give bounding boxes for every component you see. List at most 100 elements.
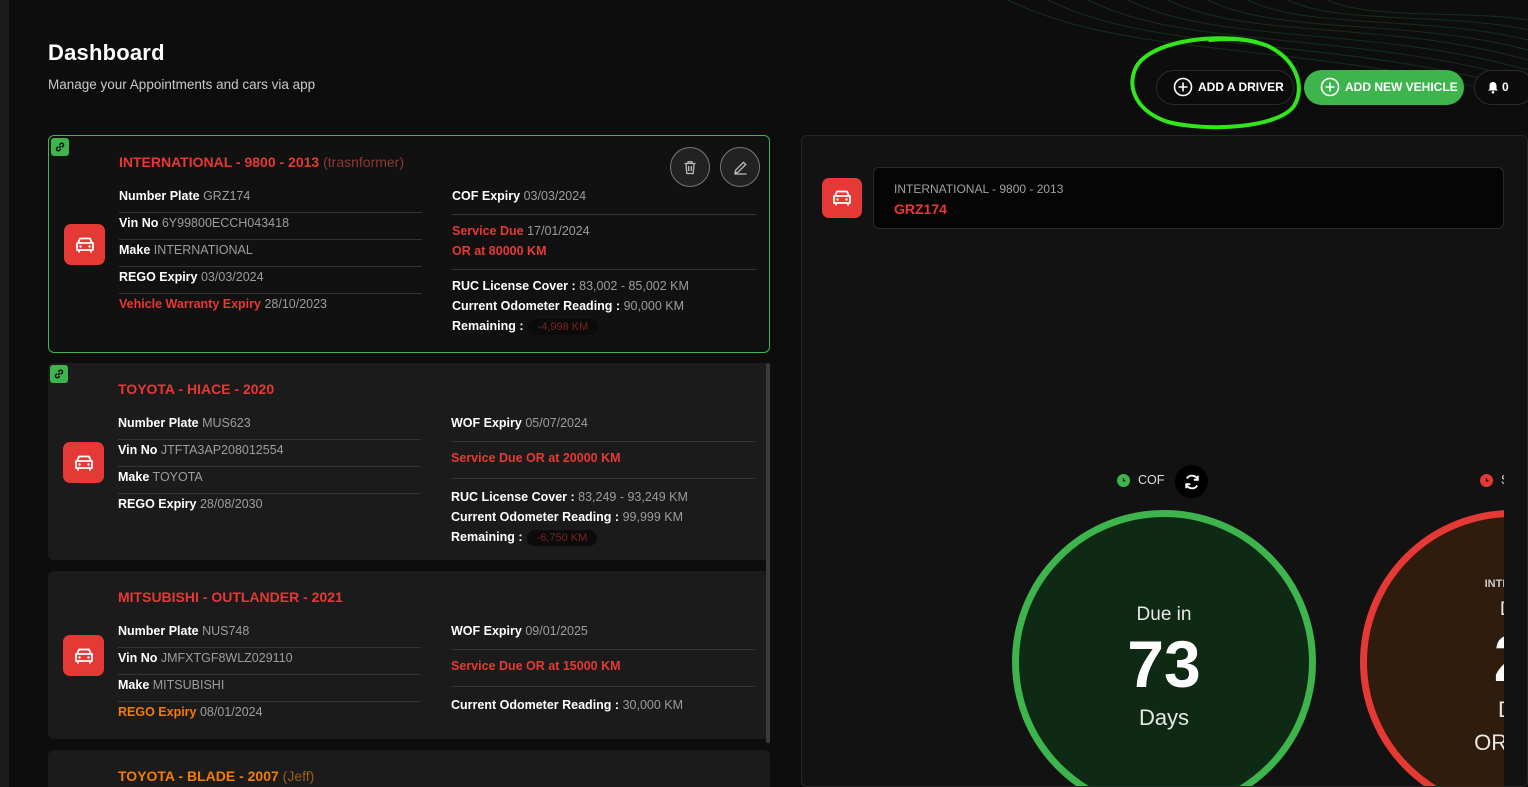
cof-gauge-label: COF bbox=[1117, 473, 1164, 487]
rego-expiry-row: REGO Expiry 08/01/2024 bbox=[118, 702, 421, 729]
car-icon bbox=[64, 224, 105, 265]
field-label: RUC License Cover : bbox=[451, 490, 575, 504]
wof-expiry-row: WOF Expiry 05/07/2024 bbox=[451, 413, 755, 442]
field-label: WOF Expiry bbox=[451, 624, 522, 638]
page-title: Dashboard bbox=[48, 40, 165, 65]
vehicle-card[interactable]: TOYOTA - BLADE - 2007 (Jeff) bbox=[48, 750, 770, 787]
field-value: 08/01/2024 bbox=[199, 705, 263, 719]
field-value: TOYOTA bbox=[152, 470, 203, 484]
field-value: 03/03/2024 bbox=[523, 189, 587, 203]
refresh-button[interactable] bbox=[1175, 465, 1208, 498]
field-value: 17/01/2024 bbox=[527, 224, 590, 238]
vin-row: Vin No 6Y99800ECCH043418 bbox=[119, 213, 422, 240]
link-icon bbox=[51, 138, 69, 156]
vin-row: Vin No JTFTA3AP208012554 bbox=[118, 440, 421, 467]
field-label: Remaining : bbox=[451, 530, 523, 544]
refresh-icon bbox=[1182, 472, 1202, 492]
field-value: 05/07/2024 bbox=[525, 416, 588, 430]
vin-row: Vin No JMFXTGF8WLZ029110 bbox=[118, 648, 421, 675]
field-value: 03/03/2024 bbox=[200, 270, 264, 284]
field-label: REGO Expiry bbox=[118, 705, 197, 719]
field-value: INTERNATIONAL bbox=[153, 243, 253, 257]
field-value: 99,999 KM bbox=[622, 510, 684, 524]
field-label: Vin No bbox=[118, 443, 158, 457]
service-due-row: Service Due 17/01/2024 OR at 80000 KM bbox=[452, 215, 756, 270]
notifications-button[interactable]: 0 bbox=[1474, 69, 1528, 105]
service-due-text: Service Due OR at 20000 KM bbox=[451, 451, 621, 465]
field-value: NUS748 bbox=[202, 624, 250, 638]
number-plate-row: Number Plate MUS623 bbox=[118, 413, 421, 440]
cof-days-unit: Days bbox=[1138, 705, 1190, 730]
vehicle-title-text: TOYOTA - BLADE - 2007 bbox=[118, 768, 279, 784]
field-label: Remaining : bbox=[452, 319, 524, 333]
header-actions: ADD A DRIVER ADD NEW VEHICLE 0 bbox=[1156, 69, 1528, 105]
page-subtitle: Manage your Appointments and cars via ap… bbox=[48, 77, 316, 92]
rego-expiry-row: REGO Expiry 28/08/2030 bbox=[118, 494, 421, 521]
field-label: COF Expiry bbox=[452, 189, 521, 203]
field-value: 90,000 KM bbox=[623, 299, 685, 313]
cof-countdown-gauge: Due in 73 Days bbox=[1012, 510, 1316, 786]
field-value: 30,000 KM bbox=[622, 698, 684, 712]
cof-days-number: 73 bbox=[1127, 627, 1201, 701]
field-value: 28/10/2023 bbox=[264, 297, 328, 311]
field-value: MUS623 bbox=[202, 416, 251, 430]
wof-expiry-row: WOF Expiry 09/01/2025 bbox=[451, 621, 755, 650]
field-value: 6Y99800ECCH043418 bbox=[161, 216, 290, 230]
selected-vehicle-select[interactable]: INTERNATIONAL - 9800 - 2013 GRZ174 bbox=[873, 167, 1504, 229]
delete-button[interactable] bbox=[670, 147, 710, 187]
ruc-block: RUC License Cover : 83,002 - 85,002 KM C… bbox=[452, 270, 756, 336]
field-value: JMFXTGF8WLZ029110 bbox=[160, 651, 293, 665]
service-due-row: Service Due OR at 15000 KM bbox=[451, 650, 755, 687]
field-value: 28/08/2030 bbox=[199, 497, 263, 511]
field-value: 83,249 - 93,249 KM bbox=[578, 490, 688, 504]
vehicle-card[interactable]: INTERNATIONAL - 9800 - 2013 (trasnformer… bbox=[48, 135, 770, 353]
add-driver-button[interactable]: ADD A DRIVER bbox=[1156, 69, 1294, 105]
plus-circle-icon bbox=[1320, 77, 1340, 97]
field-label: Number Plate bbox=[118, 624, 199, 638]
remaining-km-badge: -6,750 KM bbox=[526, 530, 598, 546]
ruc-block: RUC License Cover : 83,249 - 93,249 KM C… bbox=[451, 479, 755, 547]
notification-count: 0 bbox=[1502, 80, 1509, 94]
vehicle-title: MITSUBISHI - OUTLANDER - 2021 bbox=[118, 589, 343, 605]
field-label: RUC License Cover : bbox=[452, 279, 576, 293]
field-value: GRZ174 bbox=[203, 189, 251, 203]
add-driver-label: ADD A DRIVER bbox=[1198, 80, 1284, 94]
field-label: REGO Expiry bbox=[118, 497, 197, 511]
cof-expiry-row: COF Expiry 03/03/2024 bbox=[452, 186, 756, 215]
trash-icon bbox=[683, 160, 697, 175]
car-icon bbox=[63, 442, 104, 483]
make-row: Make TOYOTA bbox=[118, 467, 421, 494]
field-value: 09/01/2025 bbox=[525, 624, 588, 638]
pencil-icon bbox=[733, 160, 748, 175]
make-row: Make INTERNATIONAL bbox=[119, 240, 422, 267]
list-scrollbar[interactable] bbox=[766, 363, 770, 743]
vehicle-title: TOYOTA - HIACE - 2020 bbox=[118, 381, 275, 397]
field-value: 83,002 - 85,002 KM bbox=[579, 279, 689, 293]
warranty-expiry-row: Vehicle Warranty Expiry 28/10/2023 bbox=[119, 294, 422, 321]
car-icon bbox=[822, 178, 862, 218]
left-edge-strip bbox=[0, 0, 9, 787]
number-plate-row: Number Plate NUS748 bbox=[118, 621, 421, 648]
vehicle-nickname: (Jeff) bbox=[282, 768, 315, 784]
vehicle-list: INTERNATIONAL - 9800 - 2013 (trasnformer… bbox=[48, 135, 770, 787]
edit-button[interactable] bbox=[720, 147, 760, 187]
field-label: Vin No bbox=[118, 651, 158, 665]
vehicle-card[interactable]: TOYOTA - HIACE - 2020 Number Plate MUS62… bbox=[48, 363, 770, 560]
field-label: Number Plate bbox=[118, 416, 199, 430]
vehicle-details-right: WOF Expiry 05/07/2024 Service Due OR at … bbox=[451, 413, 755, 547]
field-label: WOF Expiry bbox=[451, 416, 522, 430]
add-new-vehicle-button[interactable]: ADD NEW VEHICLE bbox=[1304, 69, 1464, 105]
vehicle-card[interactable]: MITSUBISHI - OUTLANDER - 2021 Number Pla… bbox=[48, 571, 770, 739]
field-label: REGO Expiry bbox=[119, 270, 198, 284]
field-value: JTFTA3AP208012554 bbox=[160, 443, 284, 457]
vehicle-title-text: INTERNATIONAL - 9800 - 2013 bbox=[119, 154, 320, 170]
remaining-km-badge: -4,998 KM bbox=[527, 319, 599, 335]
make-row: Make MITSUBISHI bbox=[118, 675, 421, 702]
vehicle-details-right: WOF Expiry 09/01/2025 Service Due OR at … bbox=[451, 621, 755, 715]
vehicle-title: INTERNATIONAL - 9800 - 2013 (trasnformer… bbox=[119, 154, 404, 170]
clock-icon bbox=[1117, 473, 1130, 487]
service-countdown-gauge: INTERNAT Du 2 Da OR at 8 bbox=[1360, 510, 1527, 786]
odometer-block: Current Odometer Reading : 30,000 KM bbox=[451, 687, 755, 715]
field-label: Current Odometer Reading : bbox=[452, 299, 621, 313]
vehicle-nickname: (trasnformer) bbox=[323, 154, 405, 170]
